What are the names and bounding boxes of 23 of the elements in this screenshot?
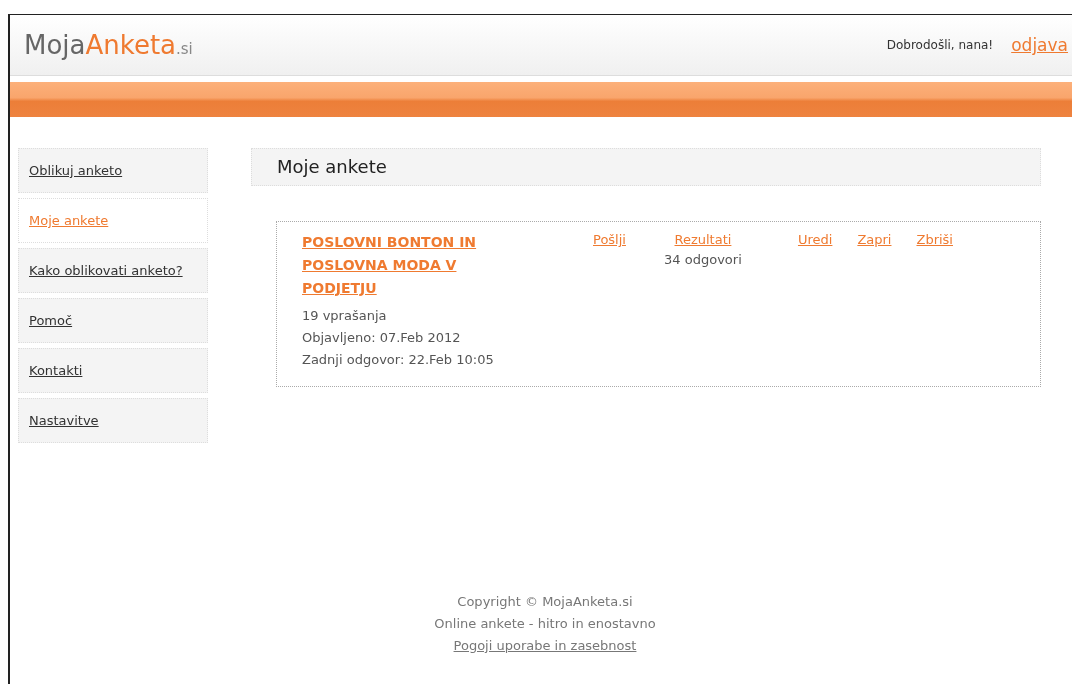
sidebar-item[interactable]: Nastavitve — [18, 398, 208, 443]
action-link[interactable]: Zbriši — [916, 231, 953, 386]
tagline-text: Online ankete - hitro in enostavno — [433, 615, 657, 633]
survey-detail-text: Zadnji odgovor: 22.Feb 10:05 — [302, 351, 495, 369]
sidebar-item[interactable]: Moje ankete — [18, 198, 208, 243]
greeting-text: Dobrodošli, nana! — [886, 38, 994, 52]
survey-title-link[interactable]: POSLOVNI BONTON IN POSLOVNA MODA V PODJETJU — [302, 231, 522, 300]
copyright-text: Copyright © MojaAnketa.si — [456, 593, 634, 611]
responses-count: 34 odgovori — [664, 251, 742, 269]
page-title: Moje ankete — [251, 148, 1041, 186]
sidebar-item[interactable]: Pomoč — [18, 298, 208, 343]
survey-detail-text: Objavljeno: 07.Feb 2012 — [302, 329, 462, 347]
action-link[interactable]: Uredi — [797, 231, 833, 386]
sidebar-item[interactable]: Oblikuj anketo — [18, 148, 208, 193]
terms-link[interactable]: Pogoji uporabe in zasebnost — [453, 638, 637, 653]
survey-detail-text: 19 vprašanja — [302, 307, 388, 325]
action-link[interactable]: Zapri — [857, 231, 892, 386]
results-link[interactable]: Rezultati — [674, 231, 732, 249]
sidebar-item[interactable]: Kontakti — [18, 348, 208, 393]
sidebar-item[interactable]: Kako oblikovati anketo? — [18, 248, 208, 293]
site-logo[interactable]: MojaAnketa.si — [24, 30, 193, 60]
send-link[interactable]: Pošlji — [593, 232, 626, 247]
logout-link[interactable]: odjava — [1011, 35, 1068, 55]
